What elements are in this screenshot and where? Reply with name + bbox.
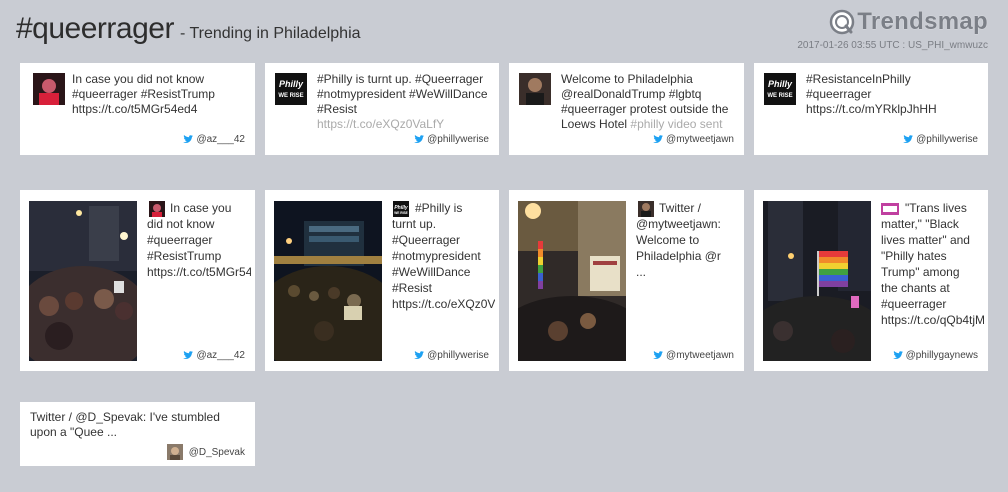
- tweet-line: @realDonaldTrump #lgbtq: [561, 87, 702, 101]
- tweet-text: In case you did not know #queerrager #Re…: [72, 72, 248, 117]
- tweet-line: #queerrager #ResistTrump: [72, 87, 215, 101]
- page-header: #queerrager - Trending in Philadelphia: [16, 12, 361, 48]
- tweet-line: Loews Hotel: [561, 117, 628, 131]
- tweet-text: #ResistanceInPhilly #queerrager https://…: [806, 72, 984, 117]
- media-card[interactable]: "Trans lives matter," "Black lives matte…: [754, 190, 988, 371]
- tweet-line: In case you did not know: [72, 72, 205, 86]
- handle-text: @mytweetjawn: [666, 350, 734, 361]
- tweet-photo[interactable]: [763, 201, 871, 361]
- tweet-handle[interactable]: @D_Spevak: [166, 444, 245, 460]
- tweet-text: Twitter / @D_Spevak: I've stumbled upon …: [30, 410, 220, 439]
- tweet-line: #ResistanceInPhilly: [806, 72, 911, 86]
- trendsmap-globe-icon: [830, 9, 855, 35]
- twitter-bird-icon: [414, 135, 425, 143]
- tweet-text: In case you did not know #queerrager #Re…: [147, 201, 251, 279]
- tweet-handle[interactable]: @phillywerise: [414, 134, 489, 145]
- handle-text: @phillywerise: [427, 134, 489, 145]
- tweet-line: #Resist: [317, 102, 358, 116]
- twitter-bird-icon: [183, 135, 194, 143]
- trendsmap-wordmark: Trendsmap: [857, 8, 988, 35]
- tweet-line: #Philly is turnt up. #Queerrager: [317, 72, 484, 86]
- logo-subtext: WE RISE: [767, 93, 792, 99]
- media-card[interactable]: In case you did not know #queerrager #Re…: [20, 190, 255, 371]
- tweet-photo[interactable]: [29, 201, 137, 361]
- handle-text: @mytweetjawn: [666, 134, 734, 145]
- tweet-card[interactable]: Philly WE RISE #Philly is turnt up. #Quee…: [265, 63, 499, 155]
- timestamp-location: 2017-01-26 03:55 UTC : US_PHI_wmwuzc: [797, 40, 988, 51]
- tweet-handle[interactable]: @phillywerise: [903, 134, 978, 145]
- hashtag-title[interactable]: #queerrager: [16, 12, 174, 46]
- tweet-text: #Philly is turnt up. #Queerrager #notmyp…: [392, 201, 495, 311]
- tweet-line: Welcome to Philadelphia: [561, 72, 693, 86]
- tweet-card[interactable]: Philly WE RISE #ResistanceInPhilly #queer…: [754, 63, 988, 155]
- handle-text: @D_Spevak: [188, 446, 245, 458]
- media-card[interactable]: Twitter / @mytweetjawn: Welcome to Phila…: [509, 190, 744, 371]
- handle-text: @phillywerise: [427, 350, 489, 361]
- tweet-card[interactable]: In case you did not know #queerrager #Re…: [20, 63, 255, 155]
- avatar[interactable]: [33, 73, 65, 105]
- tweet-line: #notmypresident #WeWillDance: [317, 87, 488, 101]
- handle-text: @az___42: [196, 350, 245, 361]
- tweet-handle[interactable]: @az___42: [183, 134, 245, 145]
- twitter-bird-icon: [653, 135, 664, 143]
- tweet-handle[interactable]: @az___42: [183, 350, 245, 361]
- tweet-card[interactable]: Welcome to Philadelphia @realDonaldTrump…: [509, 63, 744, 155]
- logo-text: Philly: [768, 79, 793, 89]
- media-card[interactable]: Philly WE RISE #Philly is turnt up. #Quee…: [265, 190, 499, 371]
- tweet-text: "Trans lives matter," "Black lives matte…: [881, 201, 984, 327]
- tweet-handle[interactable]: @phillywerise: [414, 350, 489, 361]
- trendsmap-logo[interactable]: Trendsmap: [829, 8, 988, 36]
- tweet-link[interactable]: https://t.co/t5MGr54ed4: [72, 102, 248, 117]
- logo-subtext: WE RISE: [278, 93, 303, 99]
- twitter-bird-icon: [653, 351, 664, 359]
- tweet-handle[interactable]: @mytweetjawn: [653, 134, 734, 145]
- tweet-text: #Philly is turnt up. #Queerrager #notmyp…: [317, 72, 495, 132]
- trending-subtitle: - Trending in Philadelphia: [179, 25, 361, 42]
- link-card[interactable]: Twitter / @D_Spevak: I've stumbled upon …: [20, 402, 255, 466]
- handle-text: @phillywerise: [916, 134, 978, 145]
- tweet-line: #queerrager protest outside the: [561, 102, 729, 116]
- tweet-handle[interactable]: @phillygaynews: [892, 350, 978, 361]
- logo-text: Philly: [279, 79, 304, 89]
- avatar[interactable]: [519, 73, 551, 105]
- tweet-faded-text: #philly video sent: [630, 117, 723, 131]
- tweet-handle[interactable]: @mytweetjawn: [653, 350, 734, 361]
- tweet-link[interactable]: https://t.co/eXQz0VaLfY: [317, 117, 444, 131]
- twitter-bird-icon: [183, 351, 194, 359]
- twitter-bird-icon: [414, 351, 425, 359]
- twitter-bird-icon: [892, 351, 903, 359]
- twitter-bird-icon: [903, 135, 914, 143]
- avatar[interactable]: [166, 444, 183, 460]
- tweet-photo[interactable]: [274, 201, 382, 361]
- tweet-text: Twitter / @mytweetjawn: Welcome to Phila…: [636, 201, 721, 279]
- tweet-link[interactable]: https://t.co/mYRklpJhHH: [806, 102, 984, 117]
- handle-text: @az___42: [196, 134, 245, 145]
- tweet-photo[interactable]: [518, 201, 626, 361]
- handle-text: @phillygaynews: [905, 350, 978, 361]
- avatar[interactable]: Philly WE RISE: [275, 73, 307, 105]
- tweet-line: #queerrager: [806, 87, 872, 101]
- avatar[interactable]: Philly WE RISE: [764, 73, 796, 105]
- tweet-text: Welcome to Philadelphia @realDonaldTrump…: [561, 72, 739, 134]
